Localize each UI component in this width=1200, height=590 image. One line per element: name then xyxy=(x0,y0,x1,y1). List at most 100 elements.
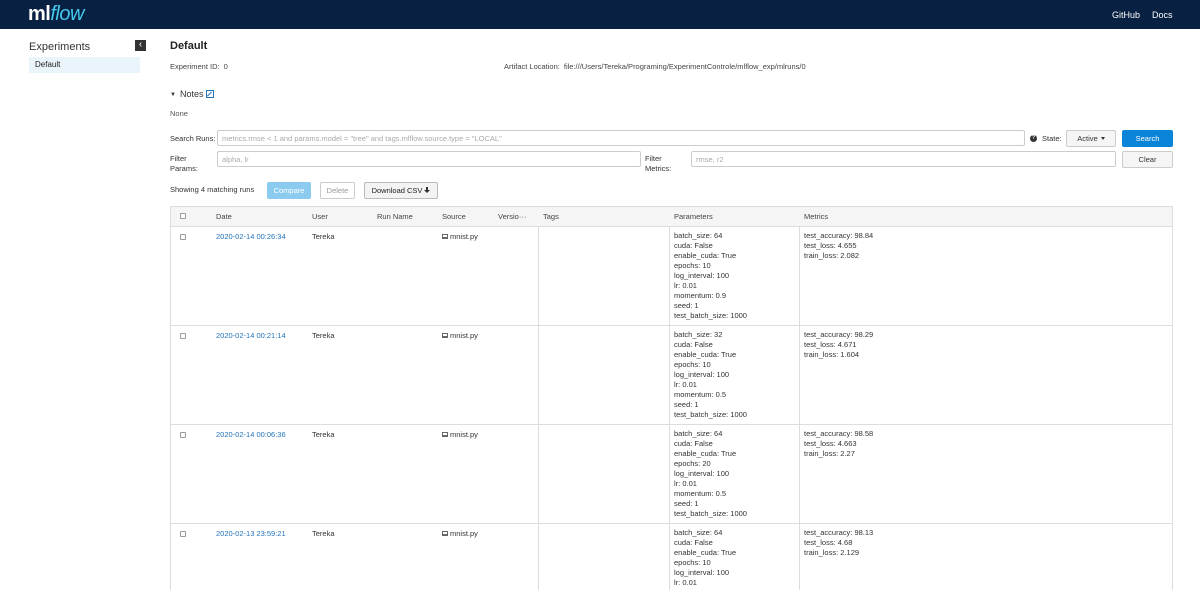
delete-button[interactable]: Delete xyxy=(320,182,355,199)
search-runs-input[interactable] xyxy=(217,130,1025,146)
param-item: seed: 1 xyxy=(674,400,699,409)
sidebar-item-default[interactable]: Default xyxy=(29,57,140,73)
metric-item: train_loss: 2.129 xyxy=(804,548,860,557)
state-value: Active xyxy=(1077,134,1098,143)
param-item: epochs: 20 xyxy=(674,459,711,468)
clear-button[interactable]: Clear xyxy=(1122,151,1173,168)
run-user: Tereka xyxy=(312,430,335,439)
row-checkbox[interactable] xyxy=(180,531,186,537)
column-header-parameters: Parameters xyxy=(674,212,713,221)
notes-section[interactable]: ▼ Notes xyxy=(170,89,215,99)
run-date-link[interactable]: 2020-02-14 00:21:14 xyxy=(216,331,286,340)
select-all-checkbox[interactable] xyxy=(180,213,186,219)
column-header-date[interactable]: Date xyxy=(216,212,232,221)
help-icon[interactable]: ? xyxy=(1030,135,1037,142)
filter-params-label-line1: Filter xyxy=(170,154,187,163)
param-item: batch_size: 64 xyxy=(674,528,723,537)
compare-button[interactable]: Compare xyxy=(267,182,311,199)
column-header-tags: Tags xyxy=(543,212,559,221)
run-source-name: mnist.py xyxy=(450,529,478,538)
metric-item: test_accuracy: 98.84 xyxy=(804,231,874,240)
param-item: test_batch_size: 1000 xyxy=(674,311,747,320)
row-checkbox[interactable] xyxy=(180,333,186,339)
artifact-location-label: Artifact Location: xyxy=(504,62,560,71)
download-csv-label: Download CSV xyxy=(371,186,423,195)
column-header-metrics: Metrics xyxy=(804,212,829,221)
run-source[interactable]: mnist.py xyxy=(442,430,478,439)
row-checkbox[interactable] xyxy=(180,432,186,438)
filter-metrics-label: Filter Metrics: xyxy=(645,154,671,174)
metric-item: test_accuracy: 98.58 xyxy=(804,429,874,438)
column-header-version[interactable]: Versio··· xyxy=(498,212,526,221)
metric-item: test_loss: 4.663 xyxy=(804,439,857,448)
param-item: test_batch_size: 1000 xyxy=(674,509,747,518)
run-source[interactable]: mnist.py xyxy=(442,331,478,340)
run-source[interactable]: mnist.py xyxy=(442,529,478,538)
run-source-name: mnist.py xyxy=(450,331,478,340)
notes-label: Notes xyxy=(179,89,204,99)
metric-item: train_loss: 2.082 xyxy=(804,251,860,260)
sidebar-title: Experiments xyxy=(29,41,91,53)
metric-item: train_loss: 2.27 xyxy=(804,449,855,458)
caret-down-icon[interactable]: ▼ xyxy=(170,92,176,98)
state-dropdown[interactable]: Active xyxy=(1066,130,1116,147)
param-item: epochs: 10 xyxy=(674,261,711,270)
run-date-link[interactable]: 2020-02-13 23:59:21 xyxy=(216,529,286,538)
param-item: momentum: 0.9 xyxy=(674,291,727,300)
collapse-sidebar-button[interactable]: ‹ xyxy=(135,40,146,51)
run-date-link[interactable]: 2020-02-14 00:06:36 xyxy=(216,430,286,439)
chevron-down-icon xyxy=(1100,137,1105,140)
filter-params-label: Filter Params: xyxy=(170,154,198,174)
run-params: batch_size: 64 cuda: False enable_cuda: … xyxy=(674,429,747,519)
laptop-icon xyxy=(442,234,448,239)
param-item: enable_cuda: True xyxy=(674,251,737,260)
param-item: enable_cuda: True xyxy=(674,449,737,458)
table-header: Date User Run Name Source Versio··· Tags… xyxy=(171,207,1172,227)
laptop-icon xyxy=(442,333,448,338)
filter-params-input[interactable] xyxy=(217,151,641,167)
filter-metrics-input[interactable] xyxy=(691,151,1116,167)
column-header-run-name[interactable]: Run Name xyxy=(377,212,413,221)
main-content: Default Experiment ID: 0 Artifact Locatio… xyxy=(170,0,1173,590)
run-source-name: mnist.py xyxy=(450,232,478,241)
param-item: lr: 0.01 xyxy=(674,578,697,587)
experiment-id: Experiment ID: 0 xyxy=(170,62,228,71)
run-date-link[interactable]: 2020-02-14 00:26:34 xyxy=(216,232,286,241)
artifact-location: Artifact Location: file:///Users/Tereka/P… xyxy=(504,62,806,71)
experiment-id-value: 0 xyxy=(223,62,228,71)
experiment-title: Default xyxy=(170,40,208,52)
download-csv-button[interactable]: Download CSV xyxy=(364,182,438,199)
state-label: State: xyxy=(1042,134,1062,143)
matching-runs-count: Showing 4 matching runs xyxy=(170,185,255,194)
param-item: log_interval: 100 xyxy=(674,568,730,577)
param-item: cuda: False xyxy=(674,439,713,448)
run-user: Tereka xyxy=(312,331,335,340)
param-item: batch_size: 32 xyxy=(674,330,723,339)
run-source[interactable]: mnist.py xyxy=(442,232,478,241)
param-item: log_interval: 100 xyxy=(674,370,730,379)
metric-item: test_loss: 4.671 xyxy=(804,340,857,349)
run-user: Tereka xyxy=(312,232,335,241)
param-item: batch_size: 64 xyxy=(674,429,723,438)
run-user: Tereka xyxy=(312,529,335,538)
run-metrics: test_accuracy: 98.58 test_loss: 4.663 tr… xyxy=(804,429,873,459)
column-header-source[interactable]: Source xyxy=(442,212,466,221)
edit-icon[interactable] xyxy=(206,90,215,98)
artifact-location-value: file:///Users/Tereka/Programing/Experime… xyxy=(563,62,806,71)
metric-item: test_accuracy: 98.13 xyxy=(804,528,874,537)
runs-table: Date User Run Name Source Versio··· Tags… xyxy=(170,206,1173,590)
param-item: cuda: False xyxy=(674,340,713,349)
mlflow-logo[interactable]: mlflow xyxy=(28,3,84,26)
run-source-name: mnist.py xyxy=(450,430,478,439)
param-item: enable_cuda: True xyxy=(674,350,737,359)
metric-item: test_accuracy: 98.29 xyxy=(804,330,874,339)
row-checkbox[interactable] xyxy=(180,234,186,240)
laptop-icon xyxy=(442,531,448,536)
param-item: epochs: 10 xyxy=(674,558,711,567)
metric-item: test_loss: 4.68 xyxy=(804,538,853,547)
param-item: log_interval: 100 xyxy=(674,469,730,478)
table-row: 2020-02-14 00:06:36 Tereka mnist.py batc… xyxy=(171,425,1172,524)
search-button[interactable]: Search xyxy=(1122,130,1173,147)
metric-item: train_loss: 1.604 xyxy=(804,350,860,359)
column-header-user[interactable]: User xyxy=(312,212,328,221)
